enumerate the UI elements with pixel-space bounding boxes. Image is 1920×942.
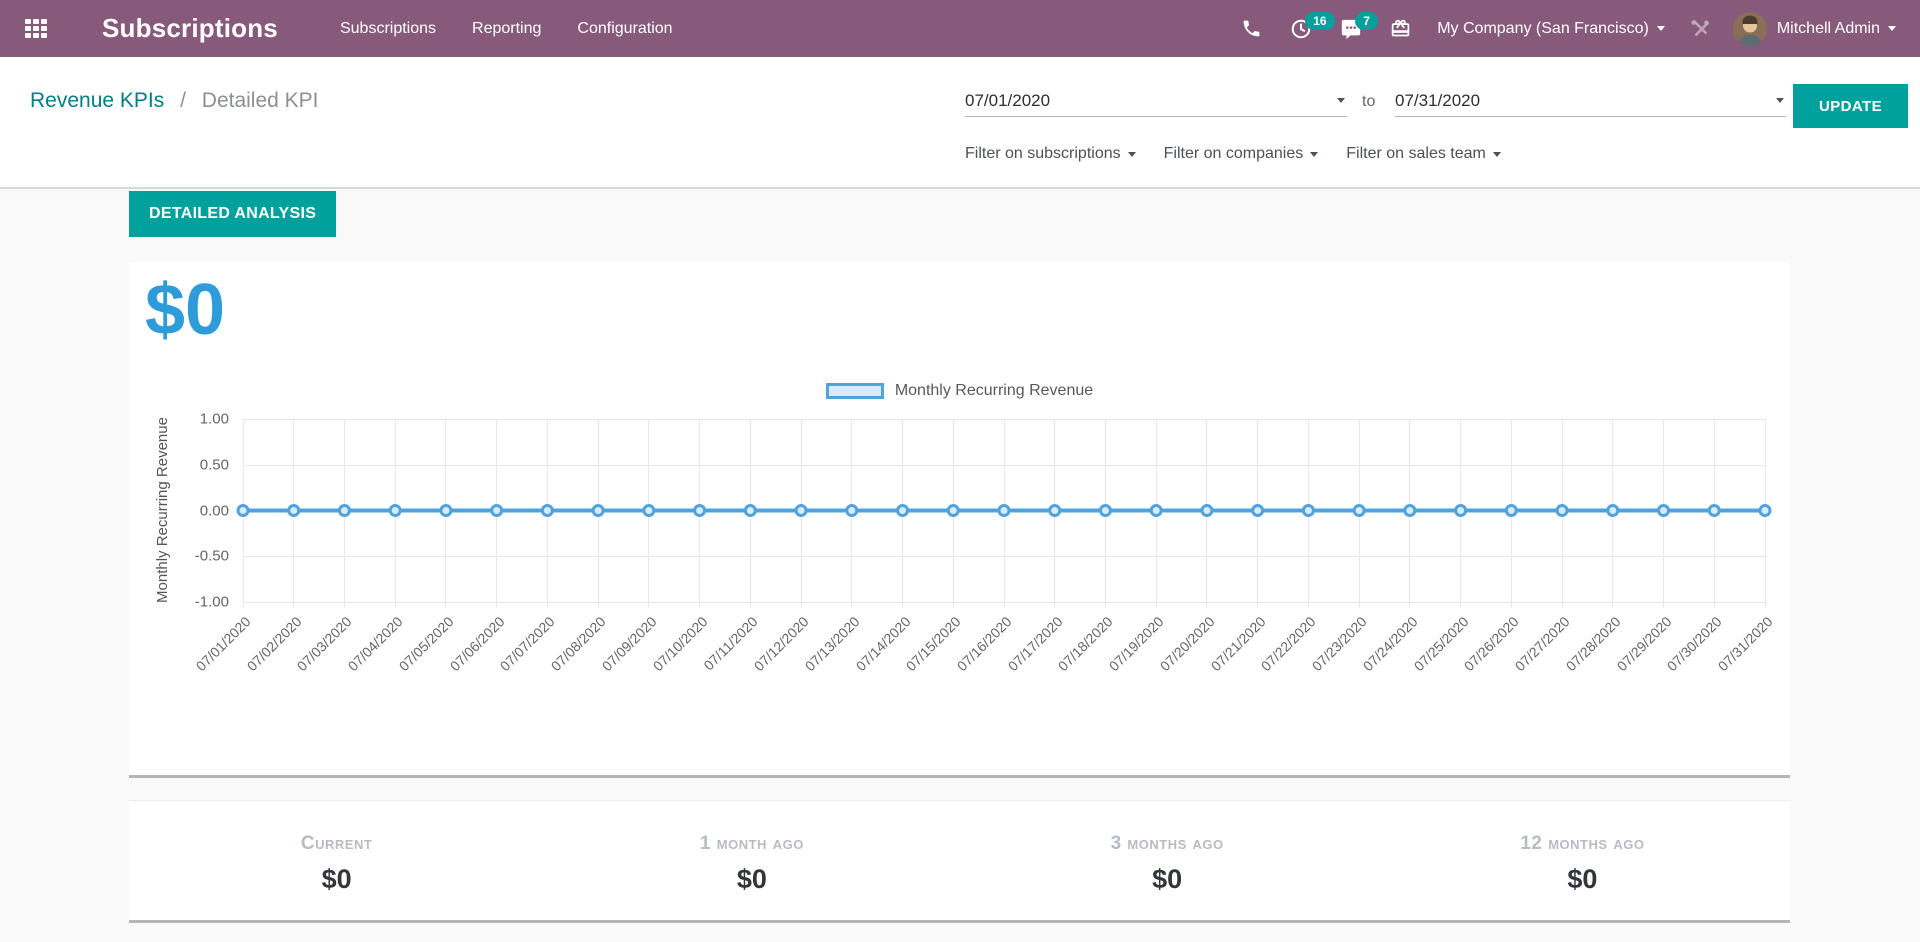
detailed-analysis-badge: DETAILED ANALYSIS [129,191,336,237]
y-tick-label: -0.50 [169,548,229,565]
control-panel: Revenue KPIs / Detailed KPI 07/01/2020 t… [0,57,1920,189]
chevron-down-icon [1493,152,1501,157]
date-to-value: 07/31/2020 [1395,91,1480,111]
content-area: DETAILED ANALYSIS $0 Monthly Recurring R… [0,191,1920,942]
developer-tools-button[interactable] [1689,18,1711,40]
y-tick-label: 0.50 [169,456,229,473]
nav-item-reporting[interactable]: Reporting [472,20,541,38]
breadcrumb-parent-link[interactable]: Revenue KPIs [30,89,164,112]
breadcrumb-current: Detailed KPI [202,89,319,112]
nav-menu: Subscriptions Reporting Configuration [340,20,673,38]
app-title: Subscriptions [102,13,278,44]
chevron-down-icon [1657,26,1665,31]
stat-label: 12 months ago [1375,833,1790,855]
phone-button[interactable] [1241,18,1262,39]
chevron-down-icon [1128,152,1136,157]
filters-row: Filter on subscriptions Filter on compan… [965,145,1501,163]
stat-label: 1 month ago [544,833,959,855]
chart-legend[interactable]: Monthly Recurring Revenue [129,382,1790,400]
kpi-total-value: $0 [145,274,225,346]
user-name: Mitchell Admin [1777,20,1880,38]
chevron-down-icon [1337,98,1345,103]
update-button[interactable]: UPDATE [1793,84,1908,128]
date-to-input[interactable]: 07/31/2020 [1395,85,1786,117]
stat-value: $0 [960,864,1375,895]
stat-current: Current $0 [129,833,544,920]
filter-label: Filter on subscriptions [965,145,1121,163]
developer-tools-icon [1689,18,1711,40]
stats-card: Current $0 1 month ago $0 3 months ago $… [129,800,1790,923]
to-label: to [1362,93,1375,111]
stat-12-months-ago: 12 months ago $0 [1375,833,1790,920]
activities-button[interactable]: 16 [1290,18,1312,40]
nav-item-configuration[interactable]: Configuration [577,20,672,38]
phone-icon [1241,18,1262,39]
stat-value: $0 [544,864,959,895]
message-count-badge: 7 [1355,12,1378,30]
y-tick-label: -1.00 [169,594,229,611]
gift-icon [1390,18,1411,39]
date-from-value: 07/01/2020 [965,91,1050,111]
stat-value: $0 [1375,864,1790,895]
stat-1-month-ago: 1 month ago $0 [544,833,959,920]
y-tick-label: 0.00 [169,502,229,519]
navbar-left: Subscriptions Subscriptions Reporting Co… [14,7,673,51]
screen: Subscriptions Subscriptions Reporting Co… [0,0,1920,942]
apps-menu-button[interactable] [14,7,58,51]
stat-label: Current [129,833,544,855]
filter-sales-team-dropdown[interactable]: Filter on sales team [1346,145,1501,163]
filter-label: Filter on companies [1164,145,1304,163]
activity-count-badge: 16 [1305,12,1334,30]
mrr-series [243,419,1765,602]
gift-button[interactable] [1390,18,1411,39]
breadcrumb-separator: / [180,89,186,112]
user-menu[interactable]: Mitchell Admin [1777,20,1896,38]
user-avatar[interactable] [1733,12,1767,46]
apps-grid-icon [25,19,47,38]
stat-label: 3 months ago [960,833,1375,855]
company-name: My Company (San Francisco) [1437,20,1649,38]
chevron-down-icon [1776,98,1784,103]
filter-companies-dropdown[interactable]: Filter on companies [1164,145,1319,163]
top-navbar: Subscriptions Subscriptions Reporting Co… [0,0,1920,57]
breadcrumb: Revenue KPIs / Detailed KPI [30,89,319,113]
line-chart-plot[interactable]: 1.000.500.00-0.50-1.0007/01/202007/02/20… [243,419,1765,602]
legend-swatch [826,383,884,399]
legend-label: Monthly Recurring Revenue [895,382,1093,400]
chevron-down-icon [1310,152,1318,157]
filter-label: Filter on sales team [1346,145,1486,163]
filter-subscriptions-dropdown[interactable]: Filter on subscriptions [965,145,1136,163]
company-switcher[interactable]: My Company (San Francisco) [1437,20,1665,38]
x-tick-label: 07/01/2020 [165,614,253,702]
navbar-right: 16 7 My Company (San Francisco) Mitchell… [1213,12,1896,46]
y-tick-label: 1.00 [169,411,229,428]
messages-button[interactable]: 7 [1340,18,1362,40]
chevron-down-icon [1888,26,1896,31]
date-from-input[interactable]: 07/01/2020 [965,85,1347,117]
stat-3-months-ago: 3 months ago $0 [960,833,1375,920]
stat-value: $0 [129,864,544,895]
nav-item-subscriptions[interactable]: Subscriptions [340,20,436,38]
chart-card: $0 Monthly Recurring Revenue Monthly Rec… [129,262,1790,778]
